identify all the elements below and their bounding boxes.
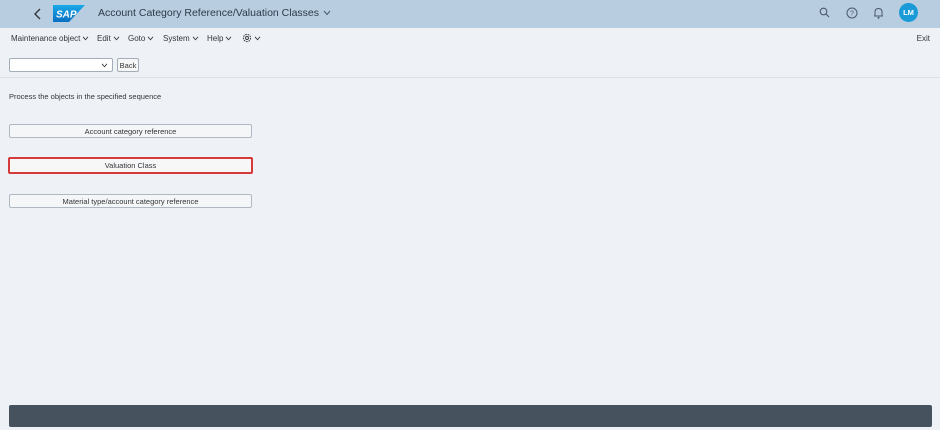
back-button[interactable]: Back <box>117 58 139 72</box>
back-nav-button[interactable] <box>30 6 46 22</box>
chevron-down-icon <box>323 10 331 16</box>
settings-menu[interactable] <box>242 33 261 43</box>
shell-actions: ? LM <box>818 3 918 22</box>
account-category-reference-button[interactable]: Account category reference <box>9 124 252 138</box>
bell-icon[interactable] <box>872 6 885 19</box>
menu-maintenance-object[interactable]: Maintenance object <box>11 34 89 43</box>
sap-logo: SAP <box>53 5 85 22</box>
avatar[interactable]: LM <box>899 3 918 22</box>
chevron-down-icon <box>192 36 198 41</box>
footer-status-bar <box>9 405 932 427</box>
menu-edit[interactable]: Edit <box>97 34 120 43</box>
menu-label: Maintenance object <box>11 34 81 43</box>
sap-logo-text: SAP <box>56 10 77 21</box>
app-title-text: Account Category Reference/Valuation Cla… <box>98 7 320 19</box>
material-type-account-category-reference-button[interactable]: Material type/account category reference <box>9 194 252 208</box>
menu-system[interactable]: System <box>163 34 199 43</box>
valuation-class-button[interactable]: Valuation Class <box>8 157 253 174</box>
chevron-down-icon <box>83 36 89 41</box>
menu-goto[interactable]: Goto <box>128 34 154 43</box>
menu-label: Edit <box>97 34 111 43</box>
search-icon[interactable] <box>818 6 831 19</box>
command-field-combo[interactable] <box>9 58 113 72</box>
gear-icon <box>242 33 252 43</box>
shell-header: SAP Account Category Reference/Valuation… <box>0 0 940 28</box>
menu-label: Help <box>207 34 224 43</box>
instruction-text: Process the objects in the specified seq… <box>9 92 162 101</box>
exit-button[interactable]: Exit <box>917 34 930 43</box>
svg-text:?: ? <box>850 10 854 17</box>
chevron-down-icon <box>254 36 261 40</box>
toolbar-divider <box>0 77 940 78</box>
app-title[interactable]: Account Category Reference/Valuation Cla… <box>98 7 331 19</box>
chevron-down-icon <box>113 36 120 41</box>
chevron-down-icon <box>101 63 108 68</box>
chevron-left-icon <box>34 8 41 20</box>
avatar-initials: LM <box>903 8 914 17</box>
menu-label: Goto <box>128 34 146 43</box>
chevron-down-icon <box>148 36 154 41</box>
menu-bar: Maintenance object Edit Goto System Help… <box>0 28 940 50</box>
menu-label: System <box>163 34 190 43</box>
help-icon[interactable]: ? <box>845 6 858 19</box>
menu-help[interactable]: Help <box>207 34 232 43</box>
chevron-down-icon <box>226 36 232 41</box>
